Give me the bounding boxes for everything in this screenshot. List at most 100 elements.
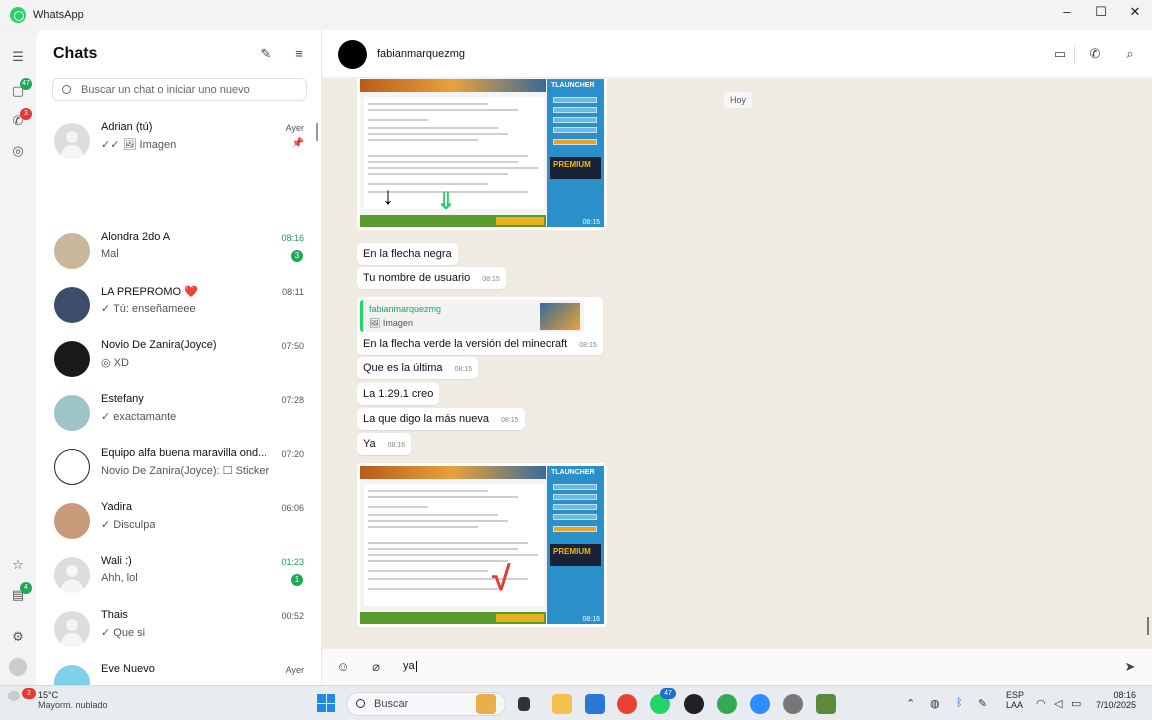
weather-widget[interactable]: 15°C Mayorm. nublado — [38, 690, 108, 710]
avatar — [54, 287, 90, 323]
search-icon[interactable]: ⌕ — [1122, 46, 1138, 62]
black-arrow-icon: ↓ — [382, 183, 394, 210]
voice-call-icon[interactable]: ✆ — [1087, 46, 1103, 62]
avatar — [54, 449, 90, 485]
chat-item-la-prepromo[interactable]: LA PREPROMO ❤️ ✓ Tú: enseñameee 08:11 — [36, 282, 322, 336]
divider — [1074, 46, 1075, 64]
menu-icon[interactable]: ☰ — [9, 48, 27, 66]
settings-icon[interactable]: ⚙ — [9, 628, 27, 646]
chrome-profile-icon[interactable] — [717, 694, 737, 714]
image-message[interactable]: TLAUNCHER PREMIUM 08:15 ↓ ⇓ — [357, 79, 607, 230]
video-call-icon[interactable]: ▭ — [1052, 46, 1068, 62]
search-placeholder: Buscar un chat o iniciar uno nuevo — [81, 83, 250, 96]
chat-item-eve-nuevo[interactable]: Eve Nuevo Ayer — [36, 660, 322, 685]
message-bubble: Ya 08:16 — [357, 433, 412, 455]
chat-item-equipo-alfa[interactable]: Equipo alfa buena maravilla ond... Novio… — [36, 444, 322, 498]
reply-message-bubble: fabianmarquezmg 🖼 Imagen En la flecha ve… — [357, 297, 603, 355]
chevron-up-icon[interactable]: ⌃ — [906, 697, 915, 710]
tray-app-icon[interactable]: ◍ — [930, 697, 940, 710]
wifi-icon[interactable]: ◠ — [1036, 697, 1046, 710]
avatar — [54, 123, 90, 159]
windows-taskbar: 2 15°C Mayorm. nublado Buscar 47 ⌃ ◍ ᛒ ✎… — [0, 685, 1152, 720]
chat-item-adrian[interactable]: Adrian (tú) ✓✓ 🖼 Imagen Ayer 📌 — [36, 118, 322, 172]
chats-badge: 47 — [20, 78, 32, 90]
close-button[interactable]: ✕ — [1118, 0, 1152, 30]
green-arrow-icon: ⇓ — [436, 188, 457, 215]
bluetooth-icon[interactable]: ᛒ — [956, 697, 963, 709]
message-bubble: En la flecha negra — [357, 243, 458, 265]
widget-icon[interactable] — [476, 694, 496, 714]
pen-icon[interactable]: ✎ — [978, 697, 987, 710]
maximize-button[interactable]: ☐ — [1084, 0, 1118, 30]
weather-icon — [8, 691, 20, 701]
title-bar: WhatsApp – ☐ ✕ — [0, 0, 1152, 30]
clock[interactable]: 08:16 7/10/2025 — [1094, 690, 1136, 710]
chat-item-alondra[interactable]: Alondra 2do A Mal 08:16 3 — [36, 228, 322, 282]
starred-icon[interactable]: ☆ — [9, 556, 27, 574]
archive-badge: 4 — [20, 582, 32, 594]
app-icon[interactable] — [684, 694, 704, 714]
status-badge: 3 — [20, 108, 32, 120]
tlauncher-screenshot: TLAUNCHER PREMIUM 08:15 ↓ ⇓ — [360, 79, 604, 227]
app-title: WhatsApp — [33, 9, 84, 21]
message-input[interactable]: ya — [403, 660, 417, 672]
contact-name[interactable]: fabianmarquezmg — [377, 48, 465, 60]
image-message[interactable]: TLAUNCHER PREMIUM 08:16 √ — [357, 463, 607, 627]
date-divider: Hoy — [724, 92, 753, 108]
chat-header: fabianmarquezmg ▭ ✆ ⌕ — [322, 30, 1152, 78]
profile-avatar[interactable] — [9, 658, 27, 676]
language-indicator[interactable]: ESP LAA — [1006, 690, 1024, 710]
avatar — [54, 395, 90, 431]
contact-avatar[interactable] — [338, 40, 367, 69]
chat-item-yadira[interactable]: Yadira ✓ Disculpa 06:06 — [36, 498, 322, 552]
search-input[interactable]: Buscar un chat o iniciar uno nuevo — [52, 78, 307, 101]
chat-item-novio-de-zanira[interactable]: Novio De Zanira(Joyce) ◎ XD 07:50 — [36, 336, 322, 390]
avatar — [54, 611, 90, 647]
pin-icon: 📌 — [291, 138, 304, 149]
whatsapp-taskbar-badge: 47 — [660, 688, 676, 699]
message-bubble: Tu nombre de usuario 08:15 — [357, 267, 506, 289]
avatar — [54, 233, 90, 269]
send-icon[interactable]: ➤ — [1122, 659, 1138, 675]
chrome-icon[interactable] — [617, 694, 637, 714]
chat-list-panel: Chats ✎ ≡ Buscar un chat o iniciar uno n… — [36, 30, 322, 685]
avatar — [54, 503, 90, 539]
minecraft-icon[interactable] — [816, 694, 836, 714]
scrollbar[interactable] — [1147, 617, 1149, 635]
new-chat-icon[interactable]: ✎ — [258, 46, 274, 62]
search-icon — [356, 699, 365, 708]
unread-badge: 1 — [291, 574, 303, 586]
avatar — [54, 665, 90, 685]
unread-badge: 3 — [291, 250, 303, 262]
chat-item-thais[interactable]: Thais ✓ Que si 00:52 — [36, 606, 322, 660]
quoted-message[interactable]: fabianmarquezmg 🖼 Imagen — [360, 300, 584, 332]
emoji-icon[interactable]: ☺ — [335, 659, 351, 675]
file-explorer-icon[interactable] — [552, 694, 572, 714]
zoom-icon[interactable] — [750, 694, 770, 714]
red-check-mark-icon: √ — [492, 560, 511, 598]
settings-icon[interactable] — [783, 694, 803, 714]
filter-icon[interactable]: ≡ — [291, 46, 307, 62]
start-button[interactable] — [317, 694, 335, 712]
task-view-icon[interactable] — [518, 697, 530, 711]
volume-icon[interactable]: ◁ — [1054, 697, 1062, 710]
message-bubble: Que es la última 08:15 — [357, 357, 479, 379]
search-icon — [62, 85, 71, 94]
avatar — [54, 557, 90, 593]
chat-item-estefany[interactable]: Estefany ✓ exactamante 07:28 — [36, 390, 322, 444]
chats-title: Chats — [53, 45, 98, 62]
weather-badge: 2 — [22, 688, 36, 699]
message-bubble: La 1.29.1 creo — [357, 383, 440, 405]
chat-item-wali[interactable]: Wali :) Ahh, lol 01:23 1 — [36, 552, 322, 606]
message-composer: ☺ ⌀ ya ➤ — [322, 648, 1152, 685]
status-icon[interactable]: ◎ — [9, 142, 27, 160]
store-icon[interactable] — [585, 694, 605, 714]
tlauncher-screenshot: TLAUNCHER PREMIUM 08:16 √ — [360, 466, 604, 624]
message-bubble: La que digo la más nueva 08:15 — [357, 408, 525, 430]
battery-icon[interactable]: ▭ — [1071, 697, 1081, 710]
attach-icon[interactable]: ⌀ — [368, 659, 384, 675]
minimize-button[interactable]: – — [1050, 0, 1084, 30]
nav-rail: ☰ ▢ 47 ✆ 3 ◎ ☆ ▤ 4 ⚙ — [0, 30, 36, 685]
whatsapp-logo-icon — [10, 7, 26, 23]
quoted-thumbnail — [540, 303, 580, 330]
